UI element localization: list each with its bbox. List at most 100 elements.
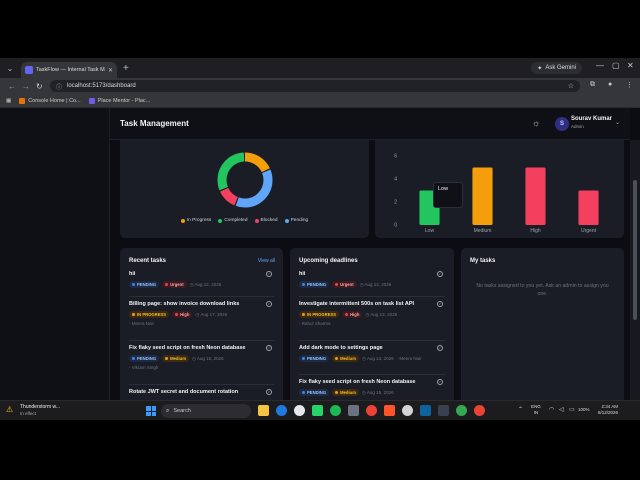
brave-icon[interactable] [384,405,395,416]
clock[interactable]: 2:34 AM 8/12/2026 [598,404,618,416]
task-row[interactable]: Fix flaky seed script on fresh Neon data… [129,345,274,385]
tab-search-icon[interactable]: ⌄ [3,61,17,75]
complete-check-icon[interactable]: ✓ [266,271,272,277]
tray-chevron-up-icon[interactable]: ⌃ [518,406,523,413]
chatgpt-icon[interactable] [294,405,305,416]
ask-gemini-label: Ask Gemini [545,65,576,71]
due-date-text: Aug 14, 2026 [366,355,394,361]
priority-bar-chart: 0 2 4 6 Low Medium High Urgent [394,154,599,234]
legend-label: Blocked [260,218,278,223]
chrome-profile-icon[interactable] [456,405,467,416]
bookmark-item[interactable]: Place Mentor - Plac... [88,97,150,104]
chrome-icon[interactable] [366,405,377,416]
user-role: Admin [571,124,584,129]
status-label: IN PROGRESS [307,312,337,317]
chevron-down-icon[interactable]: ⌄ [615,119,620,126]
complete-check-icon[interactable]: ✓ [266,301,272,307]
new-tab-icon[interactable]: + [123,63,129,74]
legend-dot [254,218,259,223]
avatar[interactable]: S [555,117,569,131]
profile-icon[interactable]: ● [608,81,612,88]
status-badge: IN PROGRESS [299,311,340,318]
complete-check-icon[interactable]: ✓ [437,345,443,351]
status-dot [302,313,305,316]
complete-check-icon[interactable]: ✓ [437,271,443,277]
status-badge: PENDING [299,281,330,288]
ask-gemini-button[interactable]: ✦ Ask Gemini [531,62,582,74]
complete-check-icon[interactable]: ✓ [266,345,272,351]
forward-icon[interactable]: → [22,82,30,91]
taskbar-search[interactable]: ⌕ Search [161,404,251,418]
task-title: Fix flaky seed script on fresh Neon data… [129,345,246,351]
back-icon[interactable]: ← [8,82,16,91]
y-tick-label: 6 [394,154,397,160]
priority-label: Urgent [170,282,184,287]
task-row[interactable]: hii ✓ PENDING Urgent ◷ Aug 12, 2026 [299,271,445,297]
edge-icon[interactable] [276,405,287,416]
extensions-icon[interactable]: ⧉ [590,81,595,89]
apps-grid-icon[interactable]: ▦ [6,98,11,104]
status-badge: PENDING [299,355,330,362]
status-dot [302,357,305,360]
file-explorer-icon[interactable] [258,405,269,416]
complete-check-icon[interactable]: ✓ [437,301,443,307]
status-badge: IN PROGRESS [129,311,170,318]
site-info-icon[interactable]: ⓘ [56,82,62,91]
spotify-icon[interactable] [330,405,341,416]
maximize-icon[interactable]: ▢ [612,61,620,70]
status-dot [132,313,135,316]
bar-high[interactable] [525,167,546,226]
task-row[interactable]: Investigate intermittent 500s on task li… [299,301,445,341]
bookmark-star-icon[interactable]: ☆ [568,82,574,90]
task-title: Add dark mode to settings page [299,345,383,351]
wifi-icon[interactable]: ◠ [549,406,554,413]
browser-tab[interactable]: TaskFlow — Internal Task Mana... ✕ [21,62,117,78]
reload-icon[interactable]: ↻ [36,82,43,91]
url-field[interactable]: ⓘ localhost:5173/dashboard ☆ [50,80,580,92]
scrollbar-thumb[interactable] [633,180,637,320]
bookmark-item[interactable]: Console Home | Co... [19,97,81,104]
page-scrollbar[interactable] [630,140,640,400]
minimize-icon[interactable]: — [596,61,604,70]
due-date: ◷ Aug 13, 2026 [365,312,397,318]
app-root: Task Management ☼ S Sourav Kumar Admin ⌄… [0,108,640,408]
task-row[interactable]: Add dark mode to settings page ✓ PENDING Me… [299,345,445,375]
terminal-icon[interactable] [438,405,449,416]
task-row[interactable]: Fix flaky seed script on fresh Neon data… [299,379,445,396]
legend-dot [284,218,289,223]
due-date: ◷ Aug 12, 2026 [190,282,222,288]
close-tab-icon[interactable]: ✕ [108,67,113,74]
view-all-link[interactable]: View all [258,258,275,264]
task-row[interactable]: Billing page: show invoice download link… [129,301,274,341]
whatsapp-icon[interactable] [312,405,323,416]
windows-start-icon[interactable] [146,406,156,416]
complete-check-icon[interactable]: ✓ [437,379,443,385]
close-window-icon[interactable]: ✕ [627,61,634,70]
priority-badge: Urgent [332,281,357,288]
weather-subtitle: In effect [20,411,36,416]
assignee: · Meera Nair [396,356,422,361]
recent-tasks-card: Recent tasks View all hii ✓ PENDING Urgent ◷… [120,248,283,408]
openai-icon[interactable] [402,405,413,416]
due-date: ◷ Aug 14, 2026 [362,356,394,362]
chart-tooltip: Low [433,182,463,208]
status-dot [132,283,135,286]
task-row[interactable]: hii ✓ PENDING Urgent ◷ Aug 12, 2026 [129,271,274,297]
bar-urgent[interactable] [578,190,599,226]
menu-dots-icon[interactable]: ⋮ [626,81,633,89]
app-icon[interactable] [348,405,359,416]
task-meta: IN PROGRESS High ◷ Aug 17, 2026 [129,311,274,318]
volume-icon[interactable]: ◁ [559,406,564,413]
vscode-icon[interactable] [420,405,431,416]
battery-icon[interactable]: ▭ [569,406,575,413]
language-indicator[interactable]: ENG IN [531,404,541,416]
theme-toggle-sun-icon[interactable]: ☼ [532,118,540,128]
gemini-icon: ✦ [537,65,543,72]
status-label: IN PROGRESS [137,312,167,317]
bar-medium[interactable] [472,167,493,226]
y-tick-label: 4 [394,177,397,183]
priority-label: High [350,312,360,317]
status-dot [132,357,135,360]
chrome-active-icon[interactable] [474,405,485,416]
complete-check-icon[interactable]: ✓ [266,389,272,395]
